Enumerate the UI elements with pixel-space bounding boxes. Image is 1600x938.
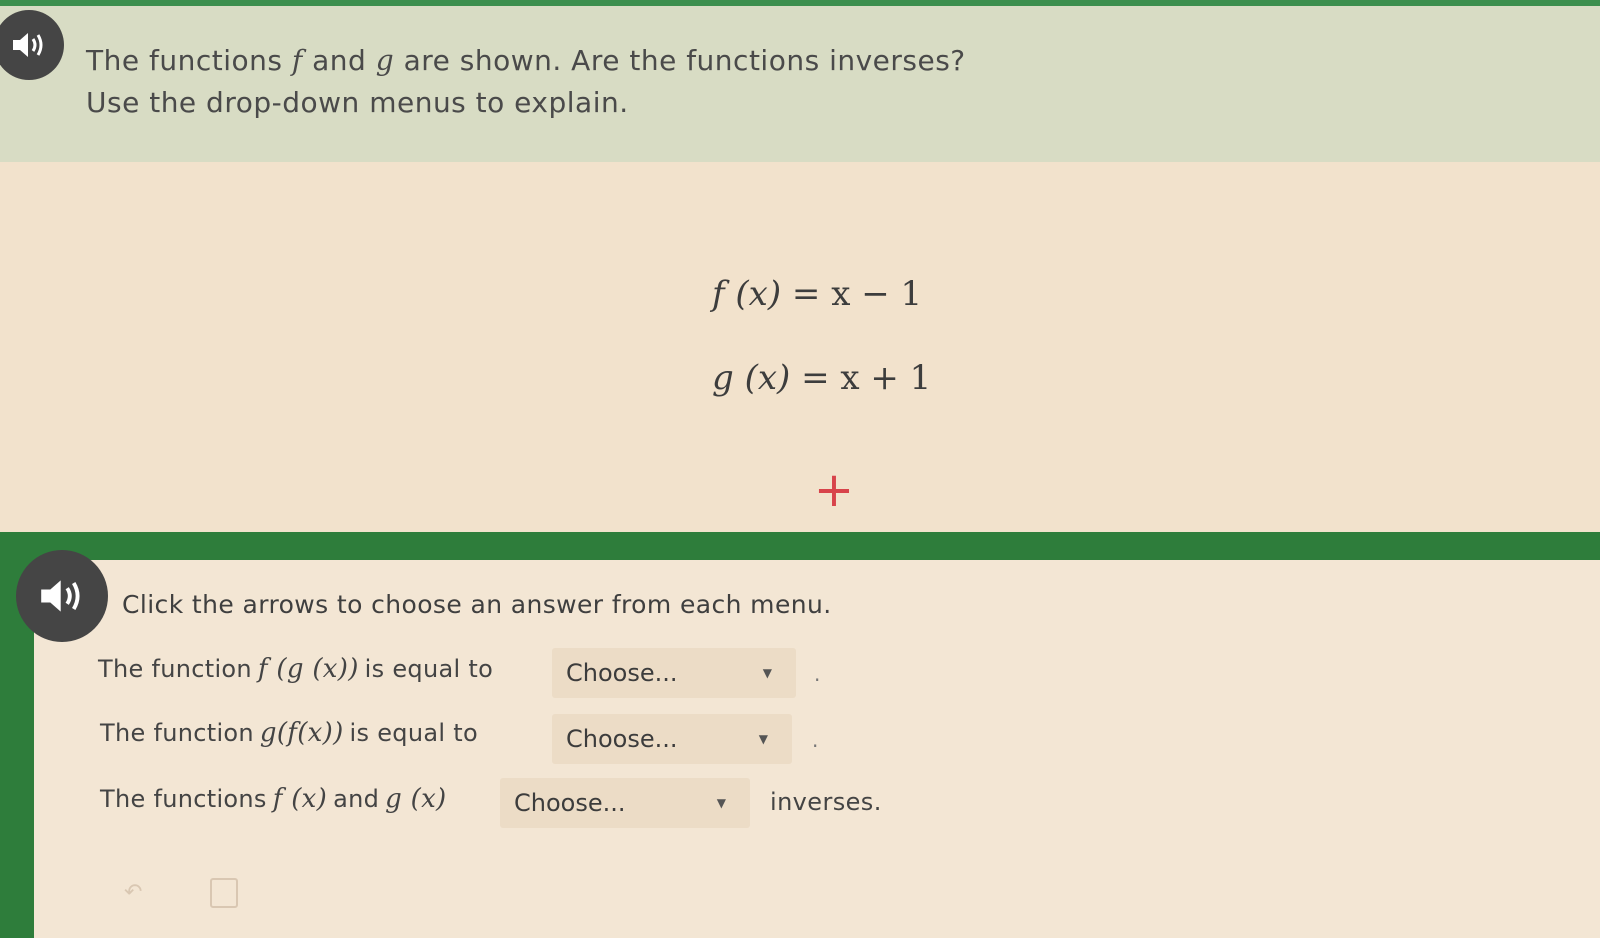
- answer-row-2: The function g(f(x)) is equal to: [100, 718, 478, 748]
- speaker-icon[interactable]: [16, 550, 108, 642]
- answer-row-1: The function f (g (x)) is equal to: [98, 654, 493, 684]
- row-3-end: inverses.: [770, 788, 882, 816]
- dropdown-gf[interactable]: Choose... ▼: [552, 714, 792, 764]
- speaker-glyph: [13, 33, 43, 57]
- answer-panel: Click the arrows to choose an answer fro…: [16, 550, 1600, 938]
- answer-top-band: [0, 532, 1600, 560]
- calculator-icon[interactable]: [210, 878, 238, 908]
- row-2-pre: The function: [100, 719, 254, 747]
- question-f: f: [291, 44, 303, 77]
- dropdown-fg[interactable]: Choose... ▼: [552, 648, 796, 698]
- equation-f-lhs: f (x): [712, 274, 782, 314]
- chevron-down-icon: ▼: [758, 732, 768, 746]
- row-2-end: .: [812, 728, 819, 752]
- answer-row-3: The functions f (x) and g (x): [100, 784, 452, 814]
- row-1-end: .: [814, 662, 821, 686]
- equations-panel: f (x) = x − 1 g (x) = x + 1 +: [0, 162, 1600, 532]
- question-text-post: are shown. Are the functions inverses?: [403, 44, 966, 77]
- question-header: The functions f and g are shown. Are the…: [0, 6, 1600, 162]
- dropdown-fg-value: Choose...: [566, 659, 678, 687]
- row-1-math: f (g (x)): [257, 654, 359, 684]
- row-2-post: is equal to: [349, 719, 478, 747]
- row-3-mid: and: [333, 785, 380, 813]
- question-g: g: [375, 44, 395, 77]
- dropdown-inverses[interactable]: Choose... ▼: [500, 778, 750, 828]
- expand-plus-button[interactable]: +: [812, 466, 856, 514]
- chevron-down-icon: ▼: [762, 666, 772, 680]
- dropdown-gf-value: Choose...: [566, 725, 678, 753]
- row-2-math: g(f(x)): [259, 718, 344, 748]
- chevron-down-icon: ▼: [716, 796, 726, 810]
- row-1-pre: The function: [98, 655, 252, 683]
- equation-g-rhs: = x + 1: [801, 358, 932, 398]
- row-3-math-a: f (x): [272, 784, 328, 814]
- question-text-pre: The functions: [86, 44, 283, 77]
- equation-f-rhs: = x − 1: [791, 274, 923, 314]
- row-3-math-b: g (x): [385, 784, 447, 814]
- speaker-icon[interactable]: [0, 10, 64, 80]
- question-text-mid: and: [312, 44, 367, 77]
- question-line-2: Use the drop-down menus to explain.: [86, 86, 629, 119]
- row-1-post: is equal to: [364, 655, 494, 683]
- equation-g-lhs: g (x): [712, 358, 791, 398]
- dropdown-inverses-value: Choose...: [514, 789, 626, 817]
- row-3-pre: The functions: [100, 785, 267, 813]
- question-line-1: The functions f and g are shown. Are the…: [86, 44, 966, 77]
- equation-g: g (x) = x + 1: [712, 358, 931, 398]
- instruction-text: Click the arrows to choose an answer fro…: [122, 590, 832, 619]
- undo-icon[interactable]: ↶: [124, 880, 142, 905]
- equation-f: f (x) = x − 1: [712, 274, 922, 314]
- speaker-glyph: [41, 580, 80, 612]
